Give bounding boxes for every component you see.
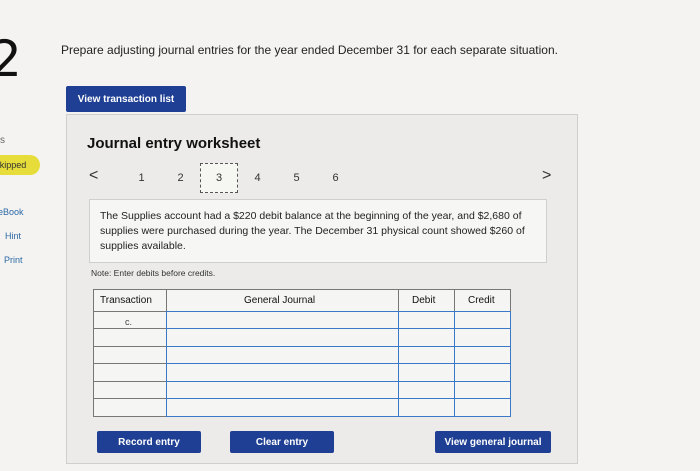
print-link[interactable]: Print — [4, 255, 23, 265]
credit-input-row-6[interactable] — [454, 398, 511, 417]
debit-input-row-5[interactable] — [398, 381, 455, 399]
view-general-journal-button[interactable]: View general journal — [435, 431, 551, 453]
step-1[interactable]: 1 — [122, 167, 161, 189]
account-input-row-2[interactable] — [166, 328, 399, 347]
chevron-right-icon[interactable]: > — [542, 167, 551, 185]
credit-input-row-1[interactable] — [454, 311, 511, 329]
record-entry-button[interactable]: Record entry — [97, 431, 201, 453]
account-input-row-4[interactable] — [166, 363, 399, 382]
skipped-badge: kipped — [0, 155, 40, 175]
clear-entry-button[interactable]: Clear entry — [230, 431, 334, 453]
header-general-journal: General Journal — [244, 295, 316, 306]
header-credit: Credit — [468, 295, 495, 306]
step-3[interactable]: 3 — [200, 163, 238, 193]
question-prompt: Prepare adjusting journal entries for th… — [61, 43, 558, 57]
step-4[interactable]: 4 — [238, 167, 277, 189]
chevron-left-icon[interactable]: < — [89, 167, 98, 185]
step-5[interactable]: 5 — [277, 167, 316, 189]
transaction-label: c. — [125, 317, 133, 327]
account-input-row-5[interactable] — [166, 381, 399, 399]
credit-input-row-5[interactable] — [454, 381, 511, 399]
debit-input-row-3[interactable] — [398, 346, 455, 364]
transaction-description: The Supplies account had a $220 debit ba… — [89, 199, 547, 263]
sidebar-score-label: s — [0, 135, 5, 146]
journal-entry-worksheet: Journal entry worksheet < 1 2 3 4 5 6 > … — [66, 114, 578, 464]
worksheet-title: Journal entry worksheet — [87, 135, 261, 152]
account-input-row-1[interactable] — [166, 311, 399, 329]
step-6[interactable]: 6 — [316, 167, 355, 189]
debit-input-row-2[interactable] — [398, 328, 455, 347]
step-navigation: 1 2 3 4 5 6 — [122, 163, 355, 193]
journal-table: Transaction General Journal Debit Credit… — [93, 289, 511, 417]
credit-input-row-4[interactable] — [454, 363, 511, 382]
entry-note: Note: Enter debits before credits. — [91, 268, 216, 278]
credit-input-row-2[interactable] — [454, 328, 511, 347]
hint-link[interactable]: Hint — [5, 231, 21, 241]
header-debit: Debit — [412, 295, 436, 306]
account-input-row-3[interactable] — [166, 346, 399, 364]
step-2[interactable]: 2 — [161, 167, 200, 189]
debit-input-row-6[interactable] — [398, 398, 455, 417]
header-transaction: Transaction — [100, 295, 152, 306]
question-number: 2 — [0, 30, 22, 88]
credit-input-row-3[interactable] — [454, 346, 511, 364]
debit-input-row-1[interactable] — [398, 311, 455, 329]
ebook-link[interactable]: eBook — [0, 207, 24, 217]
debit-input-row-4[interactable] — [398, 363, 455, 382]
account-input-row-6[interactable] — [166, 398, 399, 417]
view-transaction-list-button[interactable]: View transaction list — [66, 86, 186, 112]
